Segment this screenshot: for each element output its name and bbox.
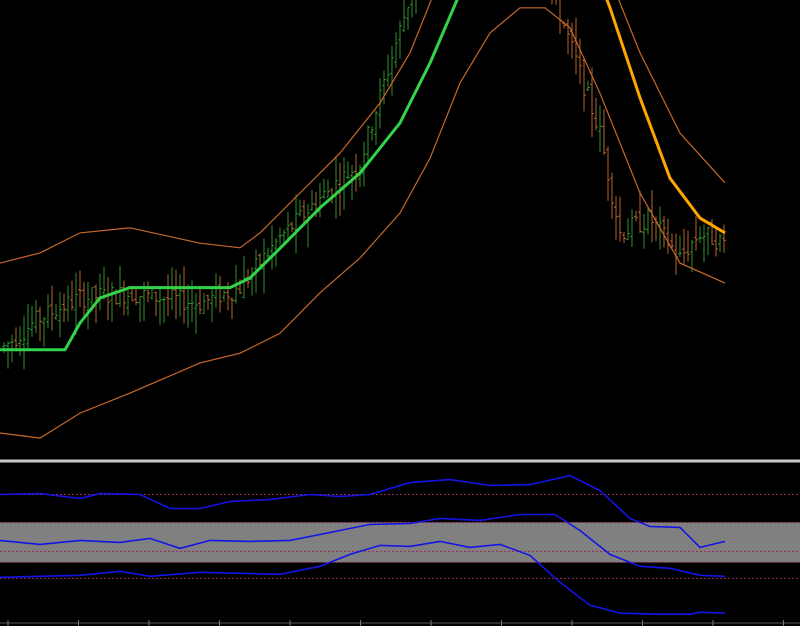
chart-canvas: [0, 0, 800, 626]
chart-window: [0, 0, 800, 626]
